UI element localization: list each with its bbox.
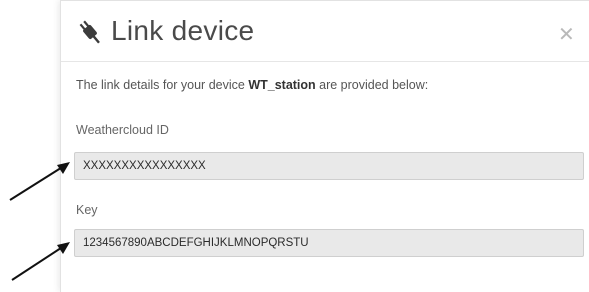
intro-prefix: The link details for your device: [76, 78, 249, 92]
dialog-title: Link device: [111, 15, 255, 46]
arrow-to-id-field-icon: [9, 162, 70, 201]
plug-icon: [79, 20, 100, 44]
header-divider: [61, 61, 589, 62]
link-device-dialog: Link device ✕ The link details for your …: [60, 0, 589, 292]
weathercloud-id-field[interactable]: XXXXXXXXXXXXXXXX: [74, 152, 584, 180]
close-icon[interactable]: ✕: [558, 25, 575, 45]
device-name: WT_station: [248, 78, 316, 92]
key-field[interactable]: 1234567890ABCDEFGHIJKLMNOPQRSTU: [74, 229, 584, 257]
weathercloud-id-label: Weathercloud ID: [76, 123, 169, 137]
dialog-header: Link device ✕: [61, 1, 589, 63]
intro-text: The link details for your device WT_stat…: [76, 78, 428, 92]
intro-suffix: are provided below:: [315, 78, 429, 92]
arrow-to-key-field-icon: [11, 242, 70, 281]
